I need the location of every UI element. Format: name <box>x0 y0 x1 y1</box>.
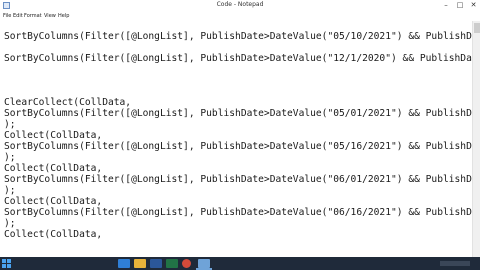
internet-explorer-icon[interactable] <box>118 259 130 268</box>
file-explorer-icon[interactable] <box>134 259 146 268</box>
code-line: SortByColumns(Filter([@LongList], Publis… <box>4 31 472 42</box>
menu-help[interactable]: Help <box>58 13 69 19</box>
excel-icon[interactable] <box>166 259 178 268</box>
menu-file[interactable]: File <box>3 13 11 19</box>
code-line: SortByColumns(Filter([@LongList], Publis… <box>4 141 472 152</box>
word-icon[interactable] <box>150 259 162 268</box>
code-line: SortByColumns(Filter([@LongList], Publis… <box>4 108 472 119</box>
scrollbar-thumb[interactable] <box>474 23 480 33</box>
code-line: SortByColumns(Filter([@LongList], Publis… <box>4 207 472 218</box>
maximize-button[interactable]: □ <box>453 0 467 11</box>
system-tray[interactable] <box>440 261 470 266</box>
code-line: Collect(CollData, <box>4 130 103 141</box>
code-line: SortByColumns(Filter([@LongList], Publis… <box>4 174 472 185</box>
notepad-icon[interactable] <box>198 259 210 268</box>
taskbar <box>0 257 480 270</box>
chrome-icon[interactable] <box>182 259 191 268</box>
text-editor-area[interactable]: SortByColumns(Filter([@LongList], Publis… <box>0 21 472 257</box>
code-line: ); <box>4 152 16 163</box>
menu-bar: File Edit Format View Help <box>0 11 480 21</box>
menu-format[interactable]: Format <box>24 13 42 19</box>
code-line: ); <box>4 119 16 130</box>
code-line: ); <box>4 185 16 196</box>
title-bar: Code - Notepad – □ ✕ <box>0 0 480 11</box>
window-title: Code - Notepad <box>216 1 264 8</box>
menu-view[interactable]: View <box>44 13 56 19</box>
code-line: ClearCollect(CollData, <box>4 97 132 108</box>
windows-start-icon[interactable] <box>2 259 11 268</box>
code-line: ); <box>4 218 16 229</box>
code-line: Collect(CollData, <box>4 196 103 207</box>
menu-edit[interactable]: Edit <box>13 13 23 19</box>
vertical-scrollbar[interactable] <box>472 21 480 257</box>
code-line: Collect(CollData, <box>4 229 103 240</box>
minimize-button[interactable]: – <box>439 0 453 11</box>
code-line: SortByColumns(Filter([@LongList], Publis… <box>4 53 472 64</box>
close-button[interactable]: ✕ <box>467 0 480 11</box>
code-line: Collect(CollData, <box>4 163 103 174</box>
